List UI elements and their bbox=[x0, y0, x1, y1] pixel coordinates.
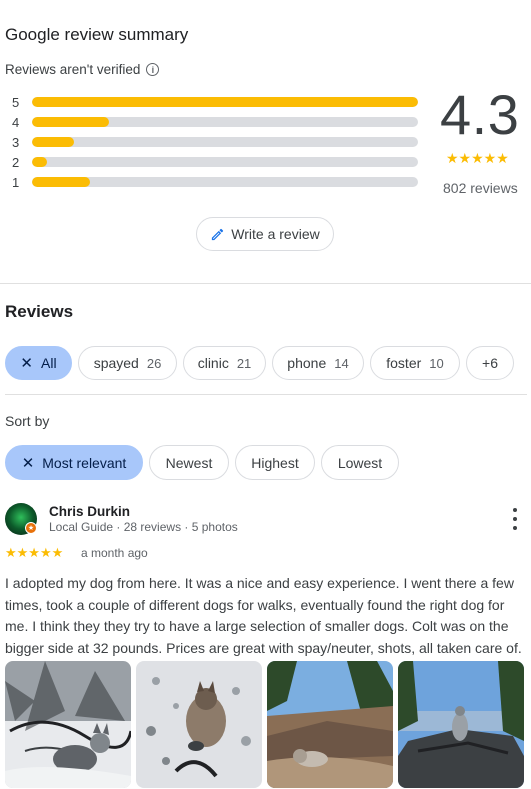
review-photo[interactable] bbox=[267, 661, 393, 788]
topic-chip-spayed[interactable]: spayed 26 bbox=[78, 346, 177, 380]
write-review-button[interactable]: Write a review bbox=[196, 217, 334, 251]
review-text: I adopted my dog from here. It was a nic… bbox=[5, 575, 522, 656]
chip-label: phone bbox=[287, 355, 327, 371]
rating-bar bbox=[32, 137, 418, 147]
rating-bar-fill bbox=[32, 117, 110, 127]
review-count[interactable]: 802 reviews bbox=[443, 180, 518, 196]
rating-bar-fill bbox=[32, 177, 90, 187]
topic-chip-foster[interactable]: foster 10 bbox=[370, 346, 460, 380]
write-review-label: Write a review bbox=[231, 226, 320, 242]
dog-in-snow-photo bbox=[136, 661, 262, 788]
pencil-icon bbox=[212, 228, 224, 240]
review-author[interactable]: Chris Durkin bbox=[49, 504, 130, 519]
rating-bar bbox=[32, 157, 418, 167]
topic-chip-clinic[interactable]: clinic 21 bbox=[183, 346, 266, 380]
info-icon[interactable]: i bbox=[146, 63, 160, 76]
rating-bar-row: 1 bbox=[12, 172, 418, 192]
unverified-notice: Reviews aren't verified i bbox=[5, 62, 160, 77]
sort-label: Sort by bbox=[5, 413, 50, 429]
chip-label: All bbox=[41, 355, 57, 371]
sort-option-label: Highest bbox=[251, 454, 299, 471]
rating-bar-label: 1 bbox=[12, 174, 20, 190]
topic-chip-phone[interactable]: phone 14 bbox=[272, 346, 364, 380]
rating-bar-fill bbox=[32, 97, 418, 107]
review-photo[interactable] bbox=[136, 661, 262, 788]
dog-on-hilltop-photo bbox=[398, 661, 524, 788]
review-date: a month ago bbox=[81, 546, 148, 560]
rating-bar-row: 5 bbox=[12, 92, 418, 112]
review-photo[interactable] bbox=[398, 661, 524, 788]
topic-chip-more[interactable]: +6 bbox=[466, 346, 514, 380]
rating-bar-label: 5 bbox=[12, 94, 20, 110]
local-guide-badge-icon: ★ bbox=[25, 522, 37, 534]
sort-most-relevant[interactable]: ✕ Most relevant bbox=[5, 445, 143, 480]
chip-label: clinic bbox=[197, 355, 229, 371]
review-stars: ★★★★★ bbox=[5, 545, 64, 560]
rating-bar-label: 2 bbox=[12, 154, 20, 170]
chip-count: 10 bbox=[429, 355, 444, 371]
dog-on-rocks-photo bbox=[267, 661, 393, 788]
review-author-meta: Local Guide · 28 reviews · 5 photos bbox=[49, 520, 238, 534]
sort-option-label: Newest bbox=[165, 454, 213, 471]
rating-bar-label: 3 bbox=[12, 134, 20, 150]
rating-bar-label: 4 bbox=[12, 114, 20, 130]
chips-divider bbox=[5, 394, 527, 395]
sort-option-label: Lowest bbox=[337, 454, 383, 471]
snowy-forest-dog-photo bbox=[5, 661, 131, 788]
section-divider bbox=[0, 283, 531, 284]
sort-newest[interactable]: Newest bbox=[149, 445, 229, 480]
rating-distribution: 5 4 3 2 1 bbox=[12, 92, 418, 192]
rating-bar-row: 2 bbox=[12, 152, 418, 172]
average-rating: 4.3 bbox=[440, 83, 520, 146]
rating-bar-fill bbox=[32, 157, 48, 167]
chip-count: 14 bbox=[334, 355, 349, 371]
sort-highest[interactable]: Highest bbox=[235, 445, 315, 480]
rating-bar-row: 4 bbox=[12, 112, 418, 132]
rating-bar-fill bbox=[32, 137, 75, 147]
chip-label: +6 bbox=[482, 355, 498, 371]
chip-count: 21 bbox=[236, 355, 252, 371]
review-photo[interactable] bbox=[5, 661, 131, 788]
close-icon: ✕ bbox=[20, 355, 33, 372]
sort-lowest[interactable]: Lowest bbox=[321, 445, 399, 480]
average-stars: ★★★★★ bbox=[446, 150, 509, 166]
rating-bar-row: 3 bbox=[12, 132, 418, 152]
rating-bar bbox=[32, 117, 418, 127]
rating-bar bbox=[32, 177, 418, 187]
rating-bar bbox=[32, 97, 418, 107]
close-icon: ✕ bbox=[21, 454, 35, 472]
sort-option-label: Most relevant bbox=[42, 454, 127, 471]
chip-count: 26 bbox=[146, 355, 162, 371]
unverified-label: Reviews aren't verified bbox=[5, 62, 141, 77]
reviews-heading: Reviews bbox=[5, 302, 74, 321]
more-options-icon[interactable] bbox=[505, 508, 525, 530]
chip-label: foster bbox=[386, 355, 422, 371]
chip-label: spayed bbox=[93, 355, 139, 371]
topic-chip-all[interactable]: ✕ All bbox=[5, 346, 72, 380]
review-summary-title: Google review summary bbox=[5, 25, 189, 44]
